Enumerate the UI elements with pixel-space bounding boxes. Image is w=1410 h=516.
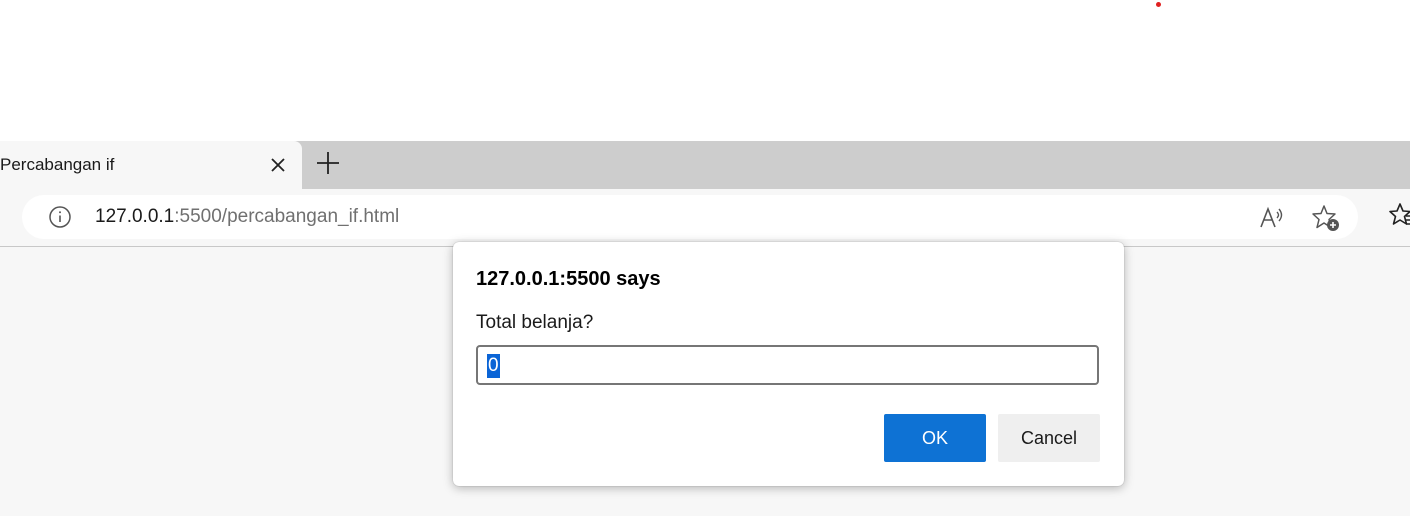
tab-close-icon[interactable] bbox=[266, 153, 290, 177]
url-text[interactable]: 127.0.0.1:5500/percabangan_if.html bbox=[95, 206, 399, 228]
favorites-icon[interactable] bbox=[1388, 201, 1410, 229]
url-path: :5500/percabangan_if.html bbox=[174, 206, 400, 227]
new-tab-icon[interactable] bbox=[314, 149, 342, 177]
add-favorite-icon[interactable] bbox=[1311, 203, 1341, 233]
prompt-input[interactable]: 0 bbox=[476, 345, 1099, 385]
prompt-dialog: 127.0.0.1:5500 says Total belanja? 0 OK … bbox=[453, 242, 1124, 486]
input-value: 0 bbox=[487, 354, 500, 378]
ok-button[interactable]: OK bbox=[884, 414, 986, 462]
info-icon[interactable] bbox=[48, 205, 72, 229]
cancel-button[interactable]: Cancel bbox=[998, 414, 1100, 462]
browser-toolbar: 127.0.0.1:5500/percabangan_if.html bbox=[0, 189, 1410, 247]
dialog-message: Total belanja? bbox=[476, 312, 594, 333]
address-bar[interactable]: 127.0.0.1:5500/percabangan_if.html bbox=[22, 195, 1358, 239]
tab-title: Percabangan if bbox=[0, 155, 115, 174]
dialog-title: 127.0.0.1:5500 says bbox=[476, 268, 661, 290]
red-dot bbox=[1156, 2, 1161, 7]
read-aloud-icon[interactable] bbox=[1258, 203, 1286, 231]
active-tab[interactable]: Percabangan if bbox=[0, 141, 302, 189]
tab-strip: Percabangan if bbox=[0, 141, 1410, 189]
url-host: 127.0.0.1 bbox=[95, 206, 175, 227]
